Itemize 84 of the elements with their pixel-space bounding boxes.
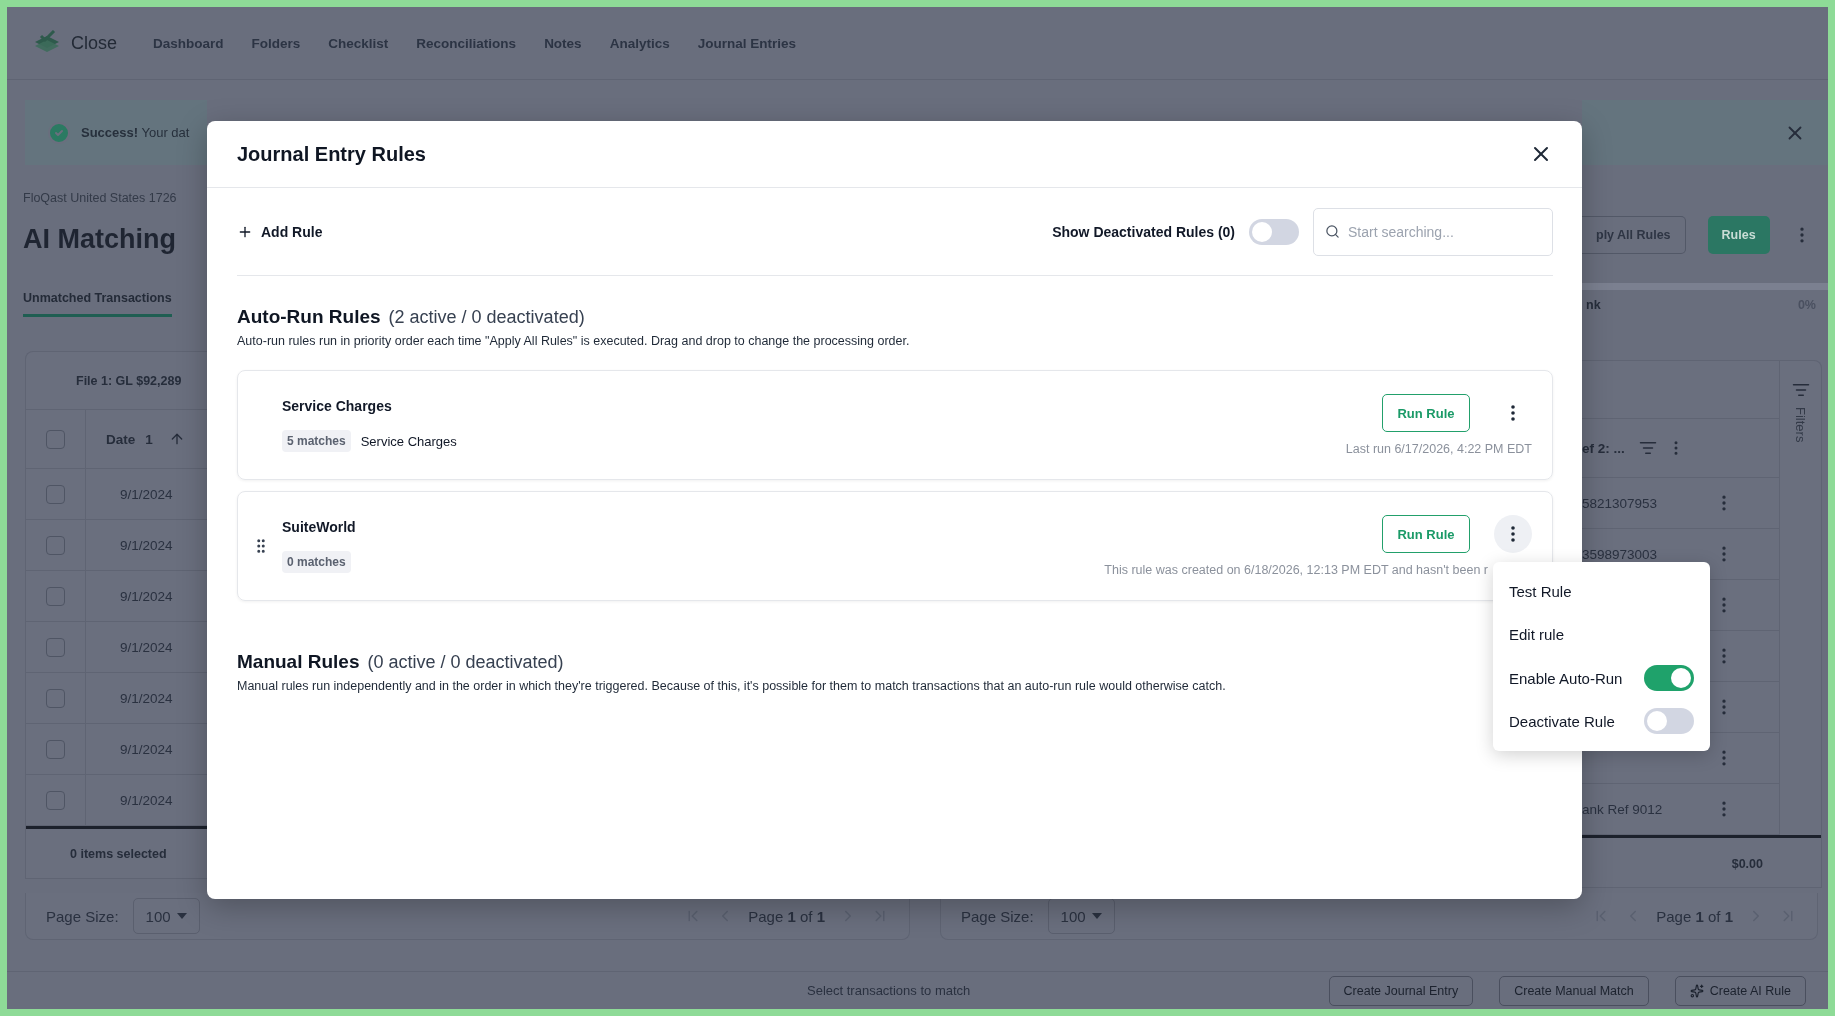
table-cell: 3598973003: [1582, 547, 1658, 562]
caret-icon: [1091, 913, 1102, 919]
table-cell: 5821307953: [1582, 496, 1658, 511]
match-count: 0 matches: [282, 551, 351, 573]
table-cell: ank Ref 9012: [1582, 802, 1663, 817]
run-rule-button[interactable]: Run Rule: [1382, 394, 1470, 432]
nav-link[interactable]: Notes: [544, 35, 582, 51]
action-button[interactable]: Rules: [1707, 216, 1770, 254]
section-title: Auto-Run Rules: [237, 306, 381, 328]
search-field[interactable]: Start searching...: [1313, 207, 1553, 256]
checkbox[interactable]: [46, 429, 65, 449]
sparkle-icon: [1689, 983, 1704, 998]
section-title: Manual Rules: [237, 651, 360, 673]
total-amount: $0.00: [1731, 856, 1763, 871]
toggle-switch[interactable]: [1644, 708, 1694, 735]
kebab-icon: [1511, 405, 1515, 421]
rule-run-info: This rule was created on 6/18/2026, 12:13 PM EDT and hasn't been r: [1104, 563, 1489, 577]
menu-item[interactable]: Edit rule: [1493, 613, 1710, 657]
action-button[interactable]: Create Journal Entry: [1328, 975, 1474, 1006]
table-cell: 9/1/2024: [120, 741, 173, 757]
hint-text: Select transactions to match: [807, 983, 971, 998]
section-count: (2 active / 0 deactivated): [388, 307, 585, 328]
run-rule-button[interactable]: Run Rule: [1382, 515, 1470, 553]
toggle-label: Show Deactivated Rules (0): [1052, 223, 1235, 240]
table-cell: 9/1/2024: [120, 792, 173, 808]
nav-link[interactable]: Checklist: [328, 35, 389, 51]
filters-label: Filters: [1793, 407, 1808, 443]
page-size-label: Page Size:: [961, 907, 1034, 925]
page-title: AI Matching: [23, 223, 177, 256]
more-options-button[interactable]: [1494, 515, 1532, 553]
app-name: Close: [71, 32, 118, 54]
match-count: 5 matches: [282, 430, 351, 452]
table-cell: 9/1/2024: [120, 486, 173, 502]
page-indicator: Page 1 of 1: [1656, 907, 1733, 925]
checkbox[interactable]: [46, 484, 65, 504]
sort-index: 1: [145, 431, 153, 447]
search-icon: [1325, 223, 1340, 239]
table-cell: 9/1/2024: [120, 639, 173, 655]
section-description: Manual rules run independently and in the order in which they're triggered. Because of this, it's possible for them to match transactions that an auto-run rule would otherwise catch.: [237, 679, 1227, 693]
tab[interactable]: Unmatched Transactions: [23, 291, 172, 317]
checkbox[interactable]: [46, 739, 65, 759]
table-cell: 9/1/2024: [120, 537, 173, 553]
caret-icon: [176, 913, 187, 919]
toggle-switch[interactable]: [1249, 218, 1299, 245]
action-button[interactable]: Create AI Rule: [1674, 975, 1806, 1006]
file-label: File 1: GL $92,289: [76, 373, 182, 388]
progress-label: nk: [1586, 298, 1601, 312]
menu-item-label: Enable Auto-Run: [1509, 669, 1623, 687]
rule-name: SuiteWorld: [282, 519, 356, 535]
rule-name: Service Charges: [282, 398, 393, 414]
column-header[interactable]: ef 2: ...: [1582, 440, 1625, 456]
rule-run-info: Last run 6/17/2026, 4:22 PM EDT: [1345, 442, 1532, 456]
toggle-switch[interactable]: [1644, 665, 1694, 692]
menu-item-label: Deactivate Rule: [1509, 712, 1615, 730]
filter-icon: [1791, 381, 1810, 399]
nav-link[interactable]: Dashboard: [153, 35, 224, 51]
checkbox[interactable]: [46, 790, 65, 810]
column-header[interactable]: Date: [106, 431, 136, 447]
filters-sidebar[interactable]: Filters: [1779, 361, 1821, 835]
nav-link[interactable]: Analytics: [609, 35, 670, 51]
page-size-select[interactable]: 100: [132, 898, 200, 934]
table-cell: 9/1/2024: [120, 690, 173, 706]
checkbox[interactable]: [46, 637, 65, 657]
checkbox[interactable]: [46, 688, 65, 708]
selection-count: 0 items selected: [70, 846, 167, 861]
add-rule-button[interactable]: Add Rule: [237, 223, 323, 240]
checkbox[interactable]: [46, 586, 65, 606]
dialog-title: Journal Entry Rules: [237, 142, 426, 166]
nav-link[interactable]: Folders: [251, 35, 301, 51]
checkbox[interactable]: [46, 535, 65, 555]
page-indicator: Page 1 of 1: [748, 907, 825, 925]
section-count: (0 active / 0 deactivated): [367, 652, 564, 673]
page-size-label: Page Size:: [46, 907, 119, 925]
nav-link[interactable]: Reconciliations: [416, 35, 517, 51]
rule-tag: Service Charges: [360, 433, 457, 449]
banner-message: Success! Your dat: [81, 125, 190, 140]
kebab-icon: [1511, 526, 1515, 542]
success-icon: [47, 120, 71, 145]
table-cell: 9/1/2024: [120, 588, 173, 604]
action-button[interactable]: Create Manual Match: [1499, 975, 1649, 1006]
filter-icon[interactable]: [1638, 439, 1657, 457]
section-description: Auto-run rules run in priority order each time "Apply All Rules" is executed. Drag and drop to change the processing order.: [237, 334, 911, 348]
nav-link[interactable]: Journal Entries: [697, 35, 796, 51]
menu-item[interactable]: Test Rule: [1493, 570, 1710, 614]
